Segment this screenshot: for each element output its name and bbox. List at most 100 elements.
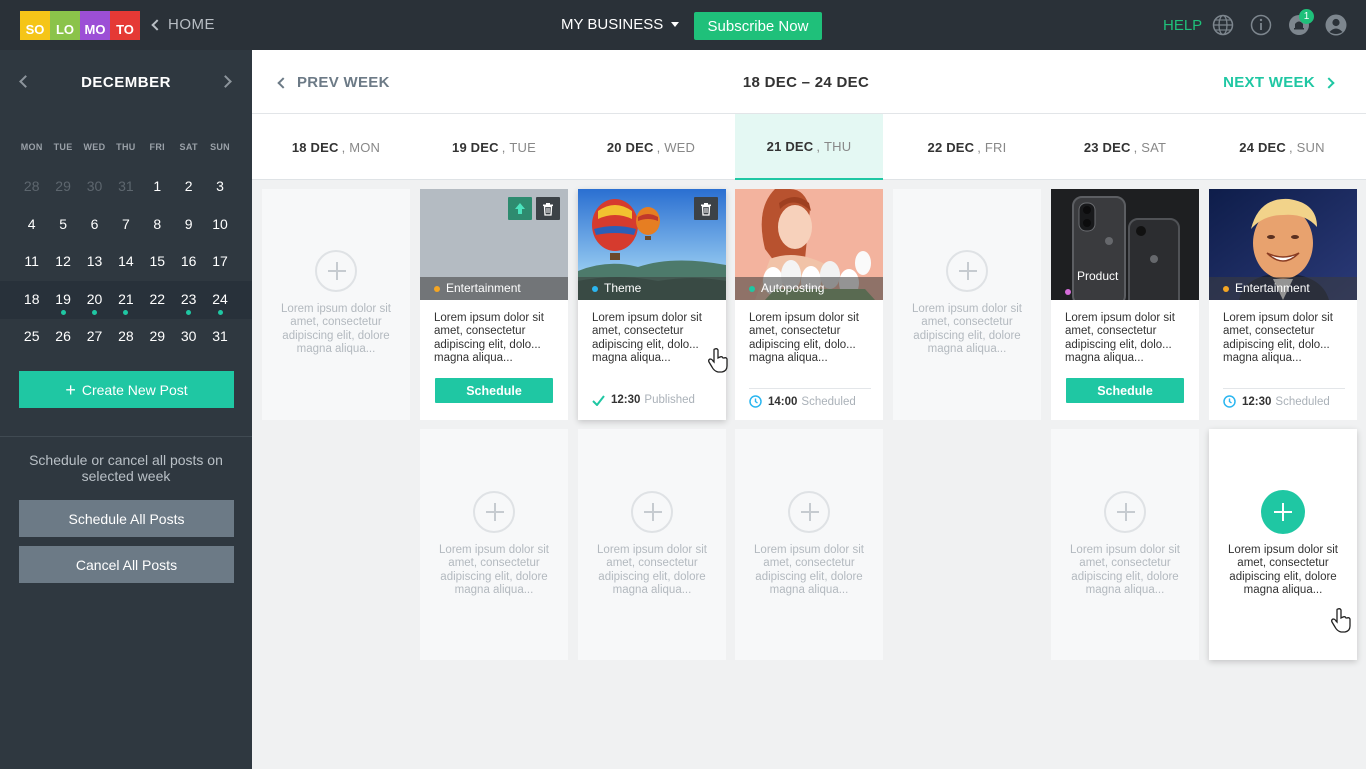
post-tag: Entertainment xyxy=(1209,277,1357,300)
tag-color-dot xyxy=(749,286,755,292)
calendar-day[interactable]: 8 xyxy=(142,206,173,244)
calendar-day[interactable]: 9 xyxy=(173,206,204,244)
globe-icon[interactable] xyxy=(1212,14,1234,36)
calendar-day[interactable]: 10 xyxy=(204,206,235,244)
calendar-day[interactable]: 14 xyxy=(110,243,141,281)
user-avatar-icon[interactable] xyxy=(1325,14,1347,36)
empty-slot-card[interactable]: Lorem ipsum dolor sit amet, consectetur … xyxy=(420,429,568,660)
post-card-sat[interactable]: Product Lorem ipsum dolor sit amet, cons… xyxy=(1051,189,1199,420)
empty-slot-card-hover[interactable]: Lorem ipsum dolor sit amet, consectetur … xyxy=(1209,429,1357,660)
delete-post-button[interactable] xyxy=(694,197,718,220)
add-post-icon[interactable] xyxy=(788,491,830,533)
placeholder-text: Lorem ipsum dolor sit amet, consectetur … xyxy=(912,303,1022,356)
calendar-day[interactable]: 28 xyxy=(110,318,141,356)
add-post-icon[interactable] xyxy=(946,250,988,292)
add-post-icon[interactable] xyxy=(1261,490,1305,534)
cancel-all-posts-button[interactable]: Cancel All Posts xyxy=(19,546,234,583)
clock-icon xyxy=(749,395,762,408)
create-new-post-button[interactable]: + Create New Post xyxy=(19,371,234,408)
calendar-day[interactable]: 21 xyxy=(110,281,141,319)
calendar-day[interactable]: 29 xyxy=(142,318,173,356)
calendar-day[interactable]: 18 xyxy=(16,281,47,319)
calendar-day[interactable]: 29 xyxy=(47,168,78,206)
add-post-icon[interactable] xyxy=(1104,491,1146,533)
info-icon[interactable] xyxy=(1250,14,1272,36)
post-tag: Product xyxy=(1051,269,1199,300)
calendar-day[interactable]: 6 xyxy=(79,206,110,244)
post-text: Lorem ipsum dolor sit amet, consectetur … xyxy=(434,312,544,365)
calendar-day[interactable]: 1 xyxy=(142,168,173,206)
calendar-day[interactable]: 3 xyxy=(204,168,235,206)
calendar-day[interactable]: 19 xyxy=(47,281,78,319)
calendar-day[interactable]: 16 xyxy=(173,243,204,281)
calendar-day[interactable]: 24 xyxy=(204,281,235,319)
delete-post-button[interactable] xyxy=(536,197,560,220)
calendar-day[interactable]: 17 xyxy=(204,243,235,281)
post-text: Lorem ipsum dolor sit amet, consectetur … xyxy=(1223,312,1333,365)
calendar-day[interactable]: 2 xyxy=(173,168,204,206)
calendar-day[interactable]: 12 xyxy=(47,243,78,281)
weekday-label: TUE xyxy=(53,142,73,152)
logo-letters-lo: LO xyxy=(50,11,80,40)
next-week-button[interactable]: NEXT WEEK xyxy=(1223,74,1335,91)
post-card-thu[interactable]: Autoposting Lorem ipsum dolor sit amet, … xyxy=(735,189,883,420)
calendar-day[interactable]: 25 xyxy=(16,318,47,356)
clock-icon xyxy=(1223,395,1236,408)
empty-slot-card[interactable]: Lorem ipsum dolor sit amet, consectetur … xyxy=(578,429,726,660)
empty-slot-card[interactable]: Lorem ipsum dolor sit amet, consectetur … xyxy=(1051,429,1199,660)
calendar-day[interactable]: 11 xyxy=(16,243,47,281)
tag-color-dot xyxy=(592,286,598,292)
empty-slot-card[interactable]: Lorem ipsum dolor sit amet, consectetur … xyxy=(262,189,410,420)
post-status-label: Published xyxy=(644,394,695,406)
hand-cursor-icon xyxy=(1331,608,1351,633)
home-link[interactable]: HOME xyxy=(151,16,215,33)
add-post-icon[interactable] xyxy=(315,250,357,292)
day-date: 23 DEC xyxy=(1083,139,1131,155)
plus-icon: + xyxy=(65,379,76,400)
subscribe-button[interactable]: Subscribe Now xyxy=(694,12,822,40)
calendar-day[interactable]: 5 xyxy=(47,206,78,244)
publish-now-button[interactable] xyxy=(508,197,532,220)
solomoto-logo[interactable]: SO LO MO TO xyxy=(20,11,140,40)
business-label: MY BUSINESS xyxy=(561,16,664,33)
calendar-day[interactable]: 22 xyxy=(142,281,173,319)
weekday-label: FRI xyxy=(149,142,165,152)
empty-slot-card[interactable]: Lorem ipsum dolor sit amet, consectetur … xyxy=(735,429,883,660)
schedule-button[interactable]: Schedule xyxy=(435,378,553,403)
calendar-day[interactable]: 15 xyxy=(142,243,173,281)
calendar-day[interactable]: 13 xyxy=(79,243,110,281)
calendar-day[interactable]: 7 xyxy=(110,206,141,244)
day-header-tue: 19 DEC, TUE xyxy=(452,139,536,155)
day-header-wed: 20 DEC, WED xyxy=(606,139,696,155)
chevron-left-icon xyxy=(151,18,163,31)
calendar-day[interactable]: 26 xyxy=(47,318,78,356)
calendar-day[interactable]: 31 xyxy=(110,168,141,206)
schedule-button[interactable]: Schedule xyxy=(1066,378,1184,403)
day-number: 19 xyxy=(55,290,71,307)
calendar-day[interactable]: 30 xyxy=(79,168,110,206)
add-post-icon[interactable] xyxy=(631,491,673,533)
calendar-day[interactable]: 23 xyxy=(173,281,204,319)
calendar-day[interactable]: 20 xyxy=(79,281,110,319)
post-dot xyxy=(123,310,129,316)
add-post-icon[interactable] xyxy=(473,491,515,533)
post-card-sun[interactable]: Entertainment Lorem ipsum dolor sit amet… xyxy=(1209,189,1357,420)
sidebar: DECEMBER MON TUE WED THU FRI SAT SUN 28 … xyxy=(0,50,252,769)
help-link[interactable]: HELP xyxy=(1163,17,1202,34)
logo-letters-so: SO xyxy=(20,11,50,40)
create-label: Create New Post xyxy=(81,381,188,398)
empty-slot-card[interactable]: Lorem ipsum dolor sit amet, consectetur … xyxy=(893,189,1041,420)
schedule-all-posts-button[interactable]: Schedule All Posts xyxy=(19,500,234,537)
calendar-day[interactable]: 28 xyxy=(16,168,47,206)
day-header-row: 18 DEC, MON 19 DEC, TUE 20 DEC, WED 21 D… xyxy=(252,114,1366,180)
tag-label: Entertainment xyxy=(446,281,521,295)
calendar-day[interactable]: 27 xyxy=(79,318,110,356)
calendar-day[interactable]: 30 xyxy=(173,318,204,356)
post-card-tue[interactable]: Entertainment Lorem ipsum dolor sit amet… xyxy=(420,189,568,420)
calendar-day[interactable]: 4 xyxy=(16,206,47,244)
day-date: 21 DEC xyxy=(766,138,814,154)
business-dropdown[interactable]: MY BUSINESS xyxy=(561,16,680,33)
post-card-wed[interactable]: Theme Lorem ipsum dolor sit amet, consec… xyxy=(578,189,728,420)
next-week-label: NEXT WEEK xyxy=(1223,74,1315,91)
calendar-day[interactable]: 31 xyxy=(204,318,235,356)
